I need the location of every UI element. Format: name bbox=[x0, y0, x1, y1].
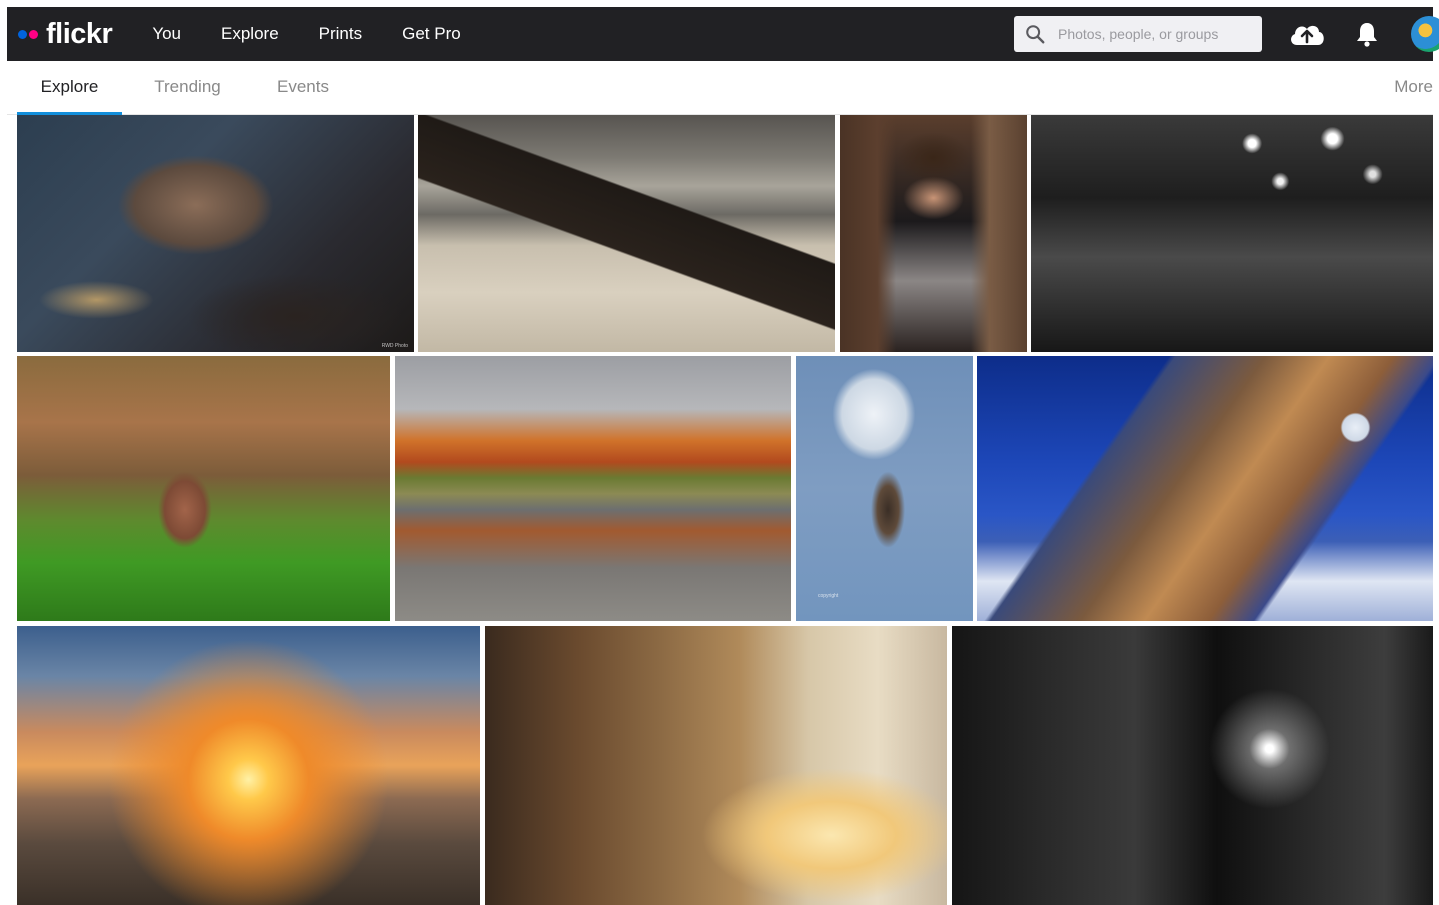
photo-squirrel[interactable] bbox=[17, 356, 390, 621]
tab-trending[interactable]: Trending bbox=[147, 61, 228, 115]
nav-you[interactable]: You bbox=[132, 7, 201, 61]
nav-get-pro[interactable]: Get Pro bbox=[382, 7, 481, 61]
photo-rainy-street[interactable] bbox=[1031, 115, 1433, 352]
flickr-logo[interactable]: flickr bbox=[18, 17, 113, 50]
tab-events[interactable]: Events bbox=[269, 61, 337, 115]
photo-dark-alley[interactable] bbox=[952, 626, 1433, 905]
photo-hawk-moon[interactable]: copyright bbox=[796, 356, 973, 621]
user-avatar[interactable] bbox=[1411, 16, 1439, 52]
main-nav: You Explore Prints Get Pro bbox=[132, 7, 480, 61]
photo-credit: RWD Photo bbox=[381, 343, 408, 349]
sub-nav-bar: Explore Trending Events More bbox=[7, 61, 1433, 115]
logo-pink-dot bbox=[29, 29, 38, 39]
photo-misty-forest[interactable] bbox=[485, 626, 947, 905]
logo-text: flickr bbox=[46, 17, 113, 50]
notifications-bell-icon[interactable] bbox=[1353, 20, 1381, 48]
more-menu[interactable]: More bbox=[1394, 61, 1433, 113]
upload-cloud-icon[interactable] bbox=[1287, 19, 1327, 49]
search-icon[interactable] bbox=[1024, 23, 1046, 45]
page: flickr You Explore Prints Get Pro Explor… bbox=[0, 0, 1439, 905]
tab-explore[interactable]: Explore bbox=[17, 61, 122, 115]
photo-credit: copyright bbox=[818, 593, 839, 599]
nav-explore[interactable]: Explore bbox=[201, 7, 299, 61]
photo-autumn-lake[interactable] bbox=[395, 356, 791, 621]
search-input[interactable] bbox=[1058, 26, 1248, 42]
search-box bbox=[1014, 16, 1262, 52]
logo-blue-dot bbox=[18, 29, 27, 39]
top-nav-bar: flickr You Explore Prints Get Pro bbox=[7, 7, 1439, 61]
photo-isopod[interactable]: RWD Photo bbox=[17, 115, 414, 352]
photo-beach[interactable] bbox=[418, 115, 835, 352]
photo-woman-portrait[interactable] bbox=[840, 115, 1027, 352]
nav-prints[interactable]: Prints bbox=[299, 7, 382, 61]
photo-sunset-tree[interactable] bbox=[17, 626, 480, 905]
photo-mountain[interactable] bbox=[977, 356, 1433, 621]
